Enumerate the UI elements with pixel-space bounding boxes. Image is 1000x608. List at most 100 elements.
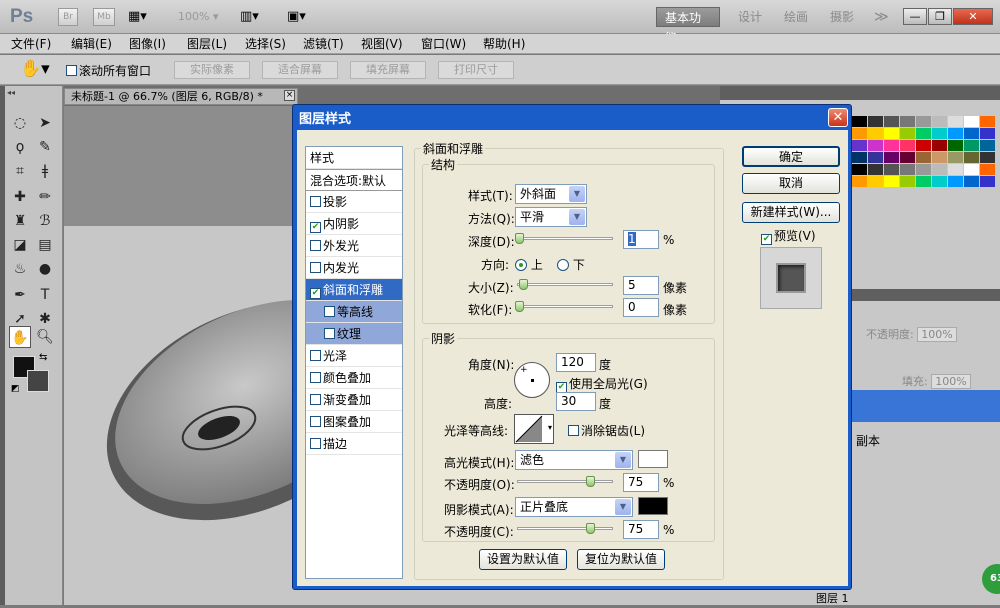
swatches-grid[interactable]	[852, 116, 1000, 188]
color-swatch[interactable]	[980, 128, 995, 139]
color-swatch[interactable]	[948, 128, 963, 139]
color-swatch[interactable]	[884, 176, 899, 187]
color-swatch[interactable]	[932, 140, 947, 151]
color-swatch[interactable]	[980, 140, 995, 151]
highlight-mode-select[interactable]: 滤色 ▼	[515, 450, 633, 470]
style-list-drop-shadow[interactable]: 投影	[306, 191, 402, 213]
menu-select[interactable]: 选择(S)	[242, 34, 289, 54]
menu-layer[interactable]: 图层(L)	[184, 34, 230, 54]
radio-selected-icon[interactable]	[515, 259, 527, 271]
document-tab[interactable]: 未标题-1 @ 66.7% (图层 6, RGB/8) *	[64, 88, 298, 105]
quick-select-tool-icon[interactable]: ✎	[34, 136, 56, 158]
default-colors-icon[interactable]: ◩	[11, 384, 20, 394]
menu-edit[interactable]: 编辑(E)	[68, 34, 115, 54]
color-swatch[interactable]	[964, 164, 979, 175]
gloss-contour-picker[interactable]: ▾	[514, 414, 554, 444]
color-swatch[interactable]	[964, 128, 979, 139]
menu-filter[interactable]: 滤镜(T)	[300, 34, 347, 54]
altitude-input[interactable]: 30	[556, 392, 596, 411]
hand-tool-icon[interactable]: ✋	[9, 326, 31, 348]
color-swatch[interactable]	[948, 176, 963, 187]
style-list-pattern-overlay[interactable]: 图案叠加	[306, 411, 402, 433]
color-swatch[interactable]	[932, 152, 947, 163]
color-swatch[interactable]	[948, 116, 963, 127]
checkbox-icon[interactable]	[310, 350, 321, 361]
color-swatch[interactable]	[932, 128, 947, 139]
zoom-level-select[interactable]: 100% ▾	[178, 10, 218, 23]
color-swatch[interactable]	[932, 176, 947, 187]
print-size-button[interactable]: 打印尺寸	[438, 61, 514, 79]
shadow-opacity-slider[interactable]	[517, 527, 613, 530]
checkmark-icon[interactable]: ✔	[310, 288, 321, 299]
color-swatch[interactable]	[916, 176, 931, 187]
workspace-design[interactable]: 设计	[730, 7, 770, 27]
scroll-all-windows-checkbox[interactable]: 滚动所有窗口	[66, 62, 151, 79]
color-swatch[interactable]	[868, 140, 883, 151]
close-window-button[interactable]: ✕	[953, 8, 993, 25]
layer-bottom-label[interactable]: 图层 1	[816, 590, 849, 606]
shadow-color-swatch[interactable]	[638, 497, 668, 515]
gradient-tool-icon[interactable]: ▤	[34, 234, 56, 256]
color-swatch[interactable]	[964, 176, 979, 187]
color-swatch[interactable]	[916, 140, 931, 151]
fill-value[interactable]: 100%	[931, 374, 971, 389]
color-swatch[interactable]	[900, 176, 915, 187]
swap-colors-icon[interactable]: ⇆	[39, 352, 47, 363]
arrange-documents-icon[interactable]: ▥▾	[240, 9, 259, 24]
zoom-tool-icon[interactable]: 🔍︎	[34, 326, 56, 348]
color-swatch[interactable]	[980, 164, 995, 175]
depth-slider-thumb[interactable]	[515, 233, 524, 244]
color-swatch[interactable]	[852, 116, 867, 127]
style-list-bevel-emboss[interactable]: ✔ 斜面和浮雕	[306, 279, 402, 301]
menu-view[interactable]: 视图(V)	[358, 34, 406, 54]
color-swatch[interactable]	[852, 152, 867, 163]
blur-tool-icon[interactable]: ♨	[9, 258, 31, 280]
checkmark-icon[interactable]: ✔	[761, 234, 772, 245]
style-list-color-overlay[interactable]: 颜色叠加	[306, 367, 402, 389]
color-swatch[interactable]	[980, 176, 995, 187]
shadow-opacity-thumb[interactable]	[586, 523, 595, 534]
bridge-button[interactable]: Br	[58, 8, 78, 26]
soften-slider[interactable]	[517, 305, 613, 308]
actual-pixels-button[interactable]: 实际像素	[174, 61, 250, 79]
color-swatch[interactable]	[884, 116, 899, 127]
history-brush-icon[interactable]: ℬ	[34, 210, 56, 232]
cancel-button[interactable]: 取消	[742, 173, 840, 194]
new-style-button[interactable]: 新建样式(W)...	[742, 202, 840, 223]
depth-input[interactable]: 1	[623, 230, 659, 249]
highlight-opacity-input[interactable]: 75	[623, 473, 659, 492]
workspace-essentials[interactable]: 基本功能	[656, 7, 720, 45]
checkbox-icon[interactable]	[324, 328, 335, 339]
make-default-button[interactable]: 设置为默认值	[479, 549, 567, 570]
color-swatch[interactable]	[980, 152, 995, 163]
checkbox-icon[interactable]	[310, 240, 321, 251]
color-swatch[interactable]	[852, 164, 867, 175]
healing-brush-icon[interactable]: ✚	[9, 186, 31, 208]
style-list-inner-shadow[interactable]: ✔ 内阴影	[306, 213, 402, 235]
color-swatch[interactable]	[868, 152, 883, 163]
checkbox-icon[interactable]	[324, 306, 335, 317]
style-list-outer-glow[interactable]: 外发光	[306, 235, 402, 257]
highlight-opacity-thumb[interactable]	[586, 476, 595, 487]
antialias-checkbox[interactable]: 消除锯齿(L)	[568, 422, 645, 439]
depth-slider[interactable]	[517, 237, 613, 240]
minimize-button[interactable]: —	[903, 8, 927, 25]
brush-tool-icon[interactable]: ✏	[34, 186, 56, 208]
checkmark-icon[interactable]: ✔	[310, 222, 321, 233]
color-swatch[interactable]	[948, 140, 963, 151]
checkbox-icon[interactable]	[310, 438, 321, 449]
ok-button[interactable]: 确定	[742, 146, 840, 167]
shadow-opacity-input[interactable]: 75	[623, 520, 659, 539]
color-swatch[interactable]	[964, 140, 979, 151]
menu-image[interactable]: 图像(I)	[126, 34, 169, 54]
clone-stamp-icon[interactable]: ♜	[9, 210, 31, 232]
color-swatch[interactable]	[980, 116, 995, 127]
soften-slider-thumb[interactable]	[515, 301, 524, 312]
pen-tool-icon[interactable]: ✒	[9, 284, 31, 306]
reset-default-button[interactable]: 复位为默认值	[577, 549, 665, 570]
collapse-toolbox-icon[interactable]: ◂◂	[7, 88, 15, 97]
fill-screen-button[interactable]: 填充屏幕	[350, 61, 426, 79]
checkbox-icon[interactable]	[310, 394, 321, 405]
eyedropper-tool-icon[interactable]: ǂ	[34, 160, 56, 182]
style-list-contour[interactable]: 等高线	[306, 301, 402, 323]
